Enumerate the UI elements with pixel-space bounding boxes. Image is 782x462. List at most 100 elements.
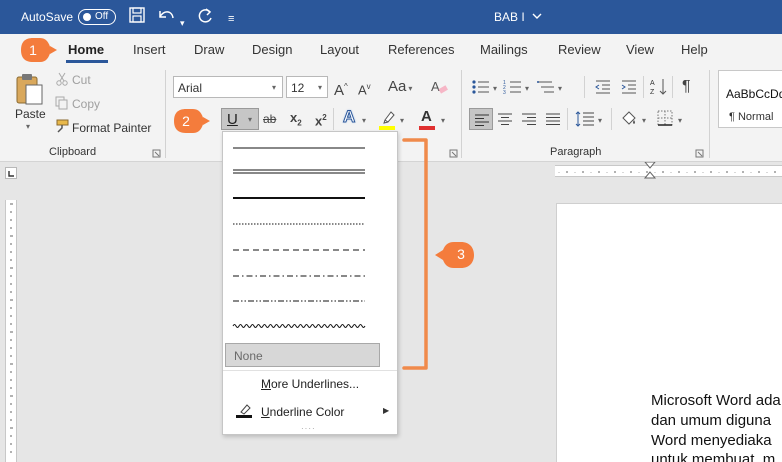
sort-icon[interactable]: AZ — [650, 77, 668, 100]
tab-home[interactable]: Home — [68, 42, 104, 57]
save-icon[interactable] — [128, 6, 146, 29]
tab-help[interactable]: Help — [681, 42, 708, 57]
superscript-icon[interactable]: x2 — [315, 110, 327, 129]
shading-icon[interactable] — [620, 109, 638, 130]
grow-font-glyph: A — [334, 82, 345, 99]
increase-indent-icon[interactable] — [620, 79, 638, 98]
underline-style-single[interactable] — [231, 140, 367, 160]
tab-mailings[interactable]: Mailings — [480, 42, 528, 57]
underline-style-double[interactable] — [231, 162, 367, 182]
align-left-icon — [475, 114, 489, 126]
chevron-down-icon[interactable]: ▾ — [558, 84, 562, 93]
paste-button[interactable]: Paste — [15, 107, 46, 121]
chevron-down-icon[interactable]: ▾ — [493, 84, 497, 93]
underline-style-dash-dot[interactable] — [231, 264, 367, 284]
more-underlines-item[interactable]: More Underlines... — [261, 377, 359, 391]
autosave-toggle[interactable]: Off — [78, 9, 116, 25]
document-title[interactable]: BAB I — [494, 10, 543, 24]
change-case-glyph: Aa — [388, 78, 407, 95]
underline-button[interactable]: U ▾ — [221, 108, 259, 130]
tab-selector[interactable] — [5, 167, 17, 179]
redo-icon[interactable] — [195, 6, 215, 31]
resize-grip-icon[interactable]: ···· — [301, 424, 316, 433]
chevron-down-icon[interactable]: ▾ — [362, 116, 366, 125]
divider — [165, 70, 166, 158]
show-formatting-icon[interactable]: ¶ — [682, 79, 691, 95]
bullets-icon[interactable] — [471, 79, 491, 98]
style-normal-card[interactable]: AaBbCcDd ¶ Normal — [718, 70, 782, 128]
borders-icon[interactable] — [657, 110, 673, 129]
undo-dropdown-icon[interactable]: ▾ — [180, 13, 185, 33]
tab-layout[interactable]: Layout — [320, 42, 359, 57]
paste-dropdown-icon[interactable]: ▾ — [26, 122, 30, 131]
font-color-icon[interactable]: A — [421, 108, 432, 125]
font-launcher-icon[interactable] — [449, 147, 458, 161]
copy-button[interactable]: Copy — [72, 97, 100, 111]
grow-font-icon[interactable]: A^ — [334, 79, 348, 99]
document-text-line[interactable]: untuk membuat, m — [651, 451, 775, 462]
divider — [461, 70, 462, 158]
document-text-line[interactable]: Microsoft Word ada — [651, 392, 781, 409]
customize-icon[interactable]: ≡ — [228, 9, 234, 29]
format-painter-button[interactable]: Format Painter — [72, 121, 151, 135]
chevron-down-icon[interactable]: ▾ — [400, 116, 404, 125]
underline-style-list — [231, 140, 367, 336]
underline-style-wave[interactable] — [231, 316, 367, 336]
underline-color-item[interactable]: Underline Color — [261, 405, 344, 419]
toggle-knob — [83, 13, 91, 21]
shrink-font-icon[interactable]: Av — [358, 79, 371, 98]
chevron-down-icon[interactable]: ▾ — [598, 116, 602, 125]
underline-style-dashed[interactable] — [231, 238, 367, 258]
align-right-icon[interactable] — [521, 112, 537, 129]
font-size-select[interactable]: 12 ▾ — [286, 76, 328, 98]
tab-view[interactable]: View — [626, 42, 654, 57]
multilevel-list-icon[interactable] — [536, 79, 556, 98]
document-text-line[interactable]: dan umum diguna — [651, 412, 771, 429]
underline-style-thick[interactable] — [231, 186, 367, 206]
line-spacing-icon[interactable] — [575, 110, 595, 131]
strikethrough-icon[interactable]: ab — [263, 111, 276, 127]
decrease-indent-icon[interactable] — [594, 79, 612, 98]
tab-design[interactable]: Design — [252, 42, 292, 57]
paste-icon[interactable] — [14, 72, 46, 109]
align-center-icon[interactable] — [497, 112, 513, 129]
callout-number: 2 — [182, 113, 190, 129]
format-painter-icon[interactable] — [54, 119, 70, 136]
horizontal-ruler[interactable] — [555, 162, 782, 179]
tab-insert[interactable]: Insert — [133, 42, 166, 57]
font-name-select[interactable]: Arial ▾ — [173, 76, 283, 98]
change-case-icon[interactable]: Aa ▾ — [388, 79, 412, 97]
cut-button[interactable]: Cut — [72, 73, 91, 87]
chevron-down-icon[interactable]: ▾ — [525, 84, 529, 93]
chevron-down-icon: ▾ — [318, 83, 323, 92]
chevron-down-icon[interactable]: ▾ — [678, 116, 682, 125]
autosave-state: Off — [95, 11, 109, 22]
clipboard-launcher-icon[interactable] — [152, 147, 161, 161]
annotation-bracket — [402, 138, 428, 370]
text-effects-icon[interactable]: A — [342, 107, 355, 127]
justify-icon[interactable] — [545, 112, 561, 129]
tab-review[interactable]: Review — [558, 42, 601, 57]
divider — [643, 76, 644, 98]
font-color-swatch — [419, 126, 435, 130]
tab-references[interactable]: References — [388, 42, 454, 57]
paragraph-launcher-icon[interactable] — [695, 147, 704, 161]
clear-formatting-icon[interactable]: A — [430, 78, 448, 99]
underline-style-dotted[interactable] — [231, 212, 367, 232]
underline-style-dash-dot-dot[interactable] — [231, 290, 367, 310]
subscript-icon[interactable]: x2 — [290, 110, 302, 132]
copy-icon[interactable] — [55, 96, 69, 113]
chevron-down-icon[interactable]: ▾ — [441, 116, 445, 125]
underline-color-rest: nderline Color — [269, 405, 345, 419]
font-name-value: Arial — [178, 81, 203, 95]
tab-draw[interactable]: Draw — [194, 42, 224, 57]
cut-icon[interactable] — [55, 72, 69, 89]
undo-icon[interactable] — [156, 6, 178, 31]
chevron-down-icon[interactable]: ▾ — [642, 116, 646, 125]
numbering-icon[interactable]: 123 — [503, 79, 523, 98]
document-text-line[interactable]: Word menyediaka — [651, 432, 772, 449]
align-left-button[interactable] — [469, 108, 493, 130]
svg-text:Z: Z — [650, 89, 655, 96]
underline-none-item[interactable]: None — [225, 343, 380, 367]
vertical-ruler[interactable] — [5, 200, 17, 462]
